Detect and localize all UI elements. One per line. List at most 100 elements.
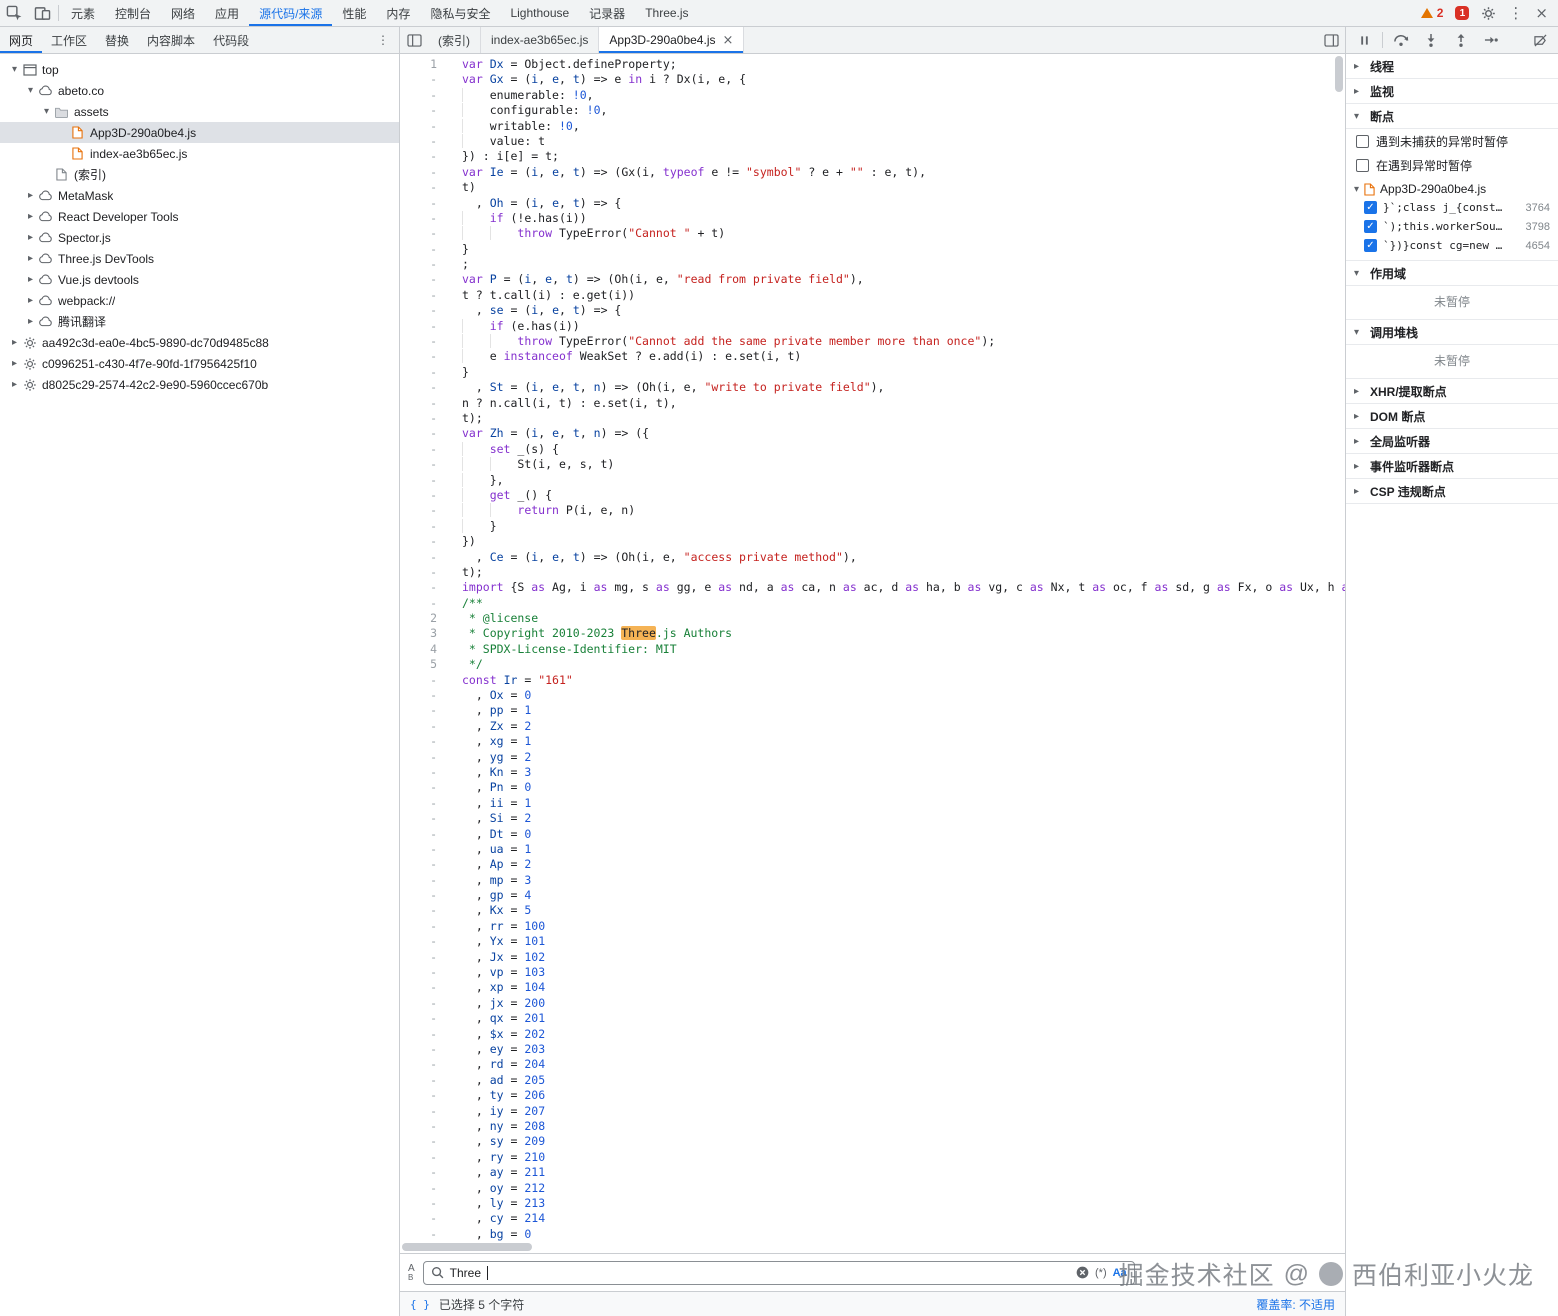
tree-item[interactable]: ▸ Vue.js devtools <box>0 269 399 290</box>
line-number-gutter[interactable]: - <box>400 796 450 811</box>
section-scope[interactable]: ▾ 作用域 <box>1346 261 1558 286</box>
line-number-gutter[interactable]: - <box>400 365 450 380</box>
line-number-gutter[interactable]: - <box>400 734 450 749</box>
line-number-gutter[interactable]: - <box>400 996 450 1011</box>
line-number-gutter[interactable]: - <box>400 72 450 87</box>
tree-item[interactable]: ▾ abeto.co <box>0 80 399 101</box>
breakpoint-checkbox[interactable]: ✓ <box>1364 201 1377 214</box>
line-number-gutter[interactable]: - <box>400 411 450 426</box>
line-number-gutter[interactable]: - <box>400 550 450 565</box>
breakpoint-file-group[interactable]: ▾ App3D-290a0be4.js <box>1346 177 1558 198</box>
editor-tab-2[interactable]: App3D-290a0be4.js × <box>599 27 745 53</box>
section-dom-breakpoints[interactable]: ▸ DOM 断点 <box>1346 404 1558 429</box>
line-number-gutter[interactable]: - <box>400 534 450 549</box>
close-devtools-button[interactable]: × <box>1535 4 1548 22</box>
section-watch[interactable]: ▸ 监视 <box>1346 79 1558 104</box>
line-number-gutter[interactable]: - <box>400 149 450 164</box>
line-number-gutter[interactable]: - <box>400 1088 450 1103</box>
tab-application[interactable]: 应用 <box>205 0 249 26</box>
console-errors-badge[interactable]: 1 <box>1455 6 1470 20</box>
line-number-gutter[interactable]: - <box>400 673 450 688</box>
line-number-gutter[interactable]: - <box>400 1042 450 1057</box>
line-number-gutter[interactable]: - <box>400 272 450 287</box>
line-number-gutter[interactable]: - <box>400 103 450 118</box>
tab-elements[interactable]: 元素 <box>61 0 105 26</box>
step-button[interactable] <box>1479 29 1503 51</box>
tree-item[interactable]: ▾ top <box>0 59 399 80</box>
tree-item[interactable]: ▾ assets <box>0 101 399 122</box>
line-number-gutter[interactable]: - <box>400 919 450 934</box>
tab-lighthouse[interactable]: Lighthouse <box>500 0 579 26</box>
device-toolbar-toggle-button[interactable] <box>28 0 56 26</box>
navigator-tab-page[interactable]: 网页 <box>0 27 42 53</box>
tab-sources[interactable]: 源代码/来源 <box>249 0 332 26</box>
more-options-button[interactable]: ⋮ <box>1508 4 1523 22</box>
navigator-tab-snippets[interactable]: 代码段 <box>204 27 258 53</box>
tab-privacy-security[interactable]: 隐私与安全 <box>420 0 500 26</box>
section-xhr-fetch-breakpoints[interactable]: ▸ XHR/提取断点 <box>1346 379 1558 404</box>
regex-toggle-button[interactable]: (*) <box>1095 1267 1107 1279</box>
line-number-gutter[interactable]: - <box>400 780 450 795</box>
navigator-more-tabs-button[interactable]: ⋮ <box>367 27 399 53</box>
coverage-status-link[interactable]: 覆盖率: 不适用 <box>1256 1296 1335 1313</box>
line-number-gutter[interactable]: - <box>400 857 450 872</box>
pause-on-uncaught-exceptions-checkbox[interactable] <box>1356 135 1369 148</box>
tab-recorder[interactable]: 记录器 <box>579 0 635 26</box>
line-number-gutter[interactable]: - <box>400 827 450 842</box>
editor-tab-1[interactable]: index-ae3b65ec.js <box>481 27 600 53</box>
line-number-gutter[interactable]: - <box>400 426 450 441</box>
navigator-tab-overrides[interactable]: 替换 <box>96 27 138 53</box>
editor-tab-0[interactable]: (索引) <box>428 27 481 53</box>
line-number-gutter[interactable]: - <box>400 950 450 965</box>
editor-vertical-scrollbar[interactable] <box>1335 56 1343 92</box>
line-number-gutter[interactable]: - <box>400 457 450 472</box>
section-global-listeners[interactable]: ▸ 全局监听器 <box>1346 429 1558 454</box>
line-number-gutter[interactable]: - <box>400 257 450 272</box>
pause-on-caught-exceptions-checkbox[interactable] <box>1356 159 1369 172</box>
deactivate-breakpoints-button[interactable] <box>1528 29 1552 51</box>
tree-item[interactable]: ▸ Three.js DevTools <box>0 248 399 269</box>
tab-performance[interactable]: 性能 <box>332 0 376 26</box>
line-number-gutter[interactable]: - <box>400 565 450 580</box>
tree-item[interactable]: ▸ webpack:// <box>0 290 399 311</box>
line-number-gutter[interactable]: - <box>400 396 450 411</box>
line-number-gutter[interactable]: - <box>400 88 450 103</box>
line-number-gutter[interactable]: - <box>400 165 450 180</box>
line-number-gutter[interactable]: - <box>400 473 450 488</box>
pause-button[interactable] <box>1352 29 1376 51</box>
breakpoint-checkbox[interactable]: ✓ <box>1364 239 1377 252</box>
line-number-gutter[interactable]: - <box>400 1227 450 1241</box>
tree-item[interactable]: ▸ Spector.js <box>0 227 399 248</box>
section-csp-violation-breakpoints[interactable]: ▸ CSP 违规断点 <box>1346 479 1558 504</box>
line-number-gutter[interactable]: - <box>400 1150 450 1165</box>
line-number-gutter[interactable]: - <box>400 765 450 780</box>
line-number-gutter[interactable]: 2 <box>400 611 450 626</box>
breakpoint-checkbox[interactable]: ✓ <box>1364 220 1377 233</box>
line-number-gutter[interactable]: - <box>400 1181 450 1196</box>
line-number-gutter[interactable]: - <box>400 965 450 980</box>
line-number-gutter[interactable]: - <box>400 242 450 257</box>
tab-console[interactable]: 控制台 <box>105 0 161 26</box>
settings-button[interactable] <box>1481 6 1496 21</box>
toggle-navigator-button[interactable] <box>400 27 428 53</box>
close-tab-icon[interactable]: × <box>722 33 733 48</box>
line-number-gutter[interactable]: - <box>400 1211 450 1226</box>
line-number-gutter[interactable]: 3 <box>400 626 450 641</box>
line-number-gutter[interactable]: - <box>400 1027 450 1042</box>
line-number-gutter[interactable]: - <box>400 811 450 826</box>
tree-item[interactable]: index-ae3b65ec.js <box>0 143 399 164</box>
line-number-gutter[interactable]: - <box>400 442 450 457</box>
line-number-gutter[interactable]: - <box>400 226 450 241</box>
line-number-gutter[interactable]: - <box>400 1073 450 1088</box>
line-number-gutter[interactable]: - <box>400 319 450 334</box>
breakpoint-snippet[interactable]: `);this.workerSou… <box>1383 220 1520 233</box>
navigator-tab-workspace[interactable]: 工作区 <box>42 27 96 53</box>
line-number-gutter[interactable]: - <box>400 1057 450 1072</box>
line-number-gutter[interactable]: 5 <box>400 657 450 672</box>
code-editor[interactable]: 1 var Dx = Object.defineProperty; - var Gx … <box>400 54 1345 1241</box>
tree-item[interactable]: ▸ MetaMask <box>0 185 399 206</box>
line-number-gutter[interactable]: - <box>400 211 450 226</box>
breakpoint-snippet[interactable]: }`;class j_{const… <box>1383 201 1520 214</box>
line-number-gutter[interactable]: - <box>400 488 450 503</box>
tab-threejs[interactable]: Three.js <box>635 0 698 26</box>
